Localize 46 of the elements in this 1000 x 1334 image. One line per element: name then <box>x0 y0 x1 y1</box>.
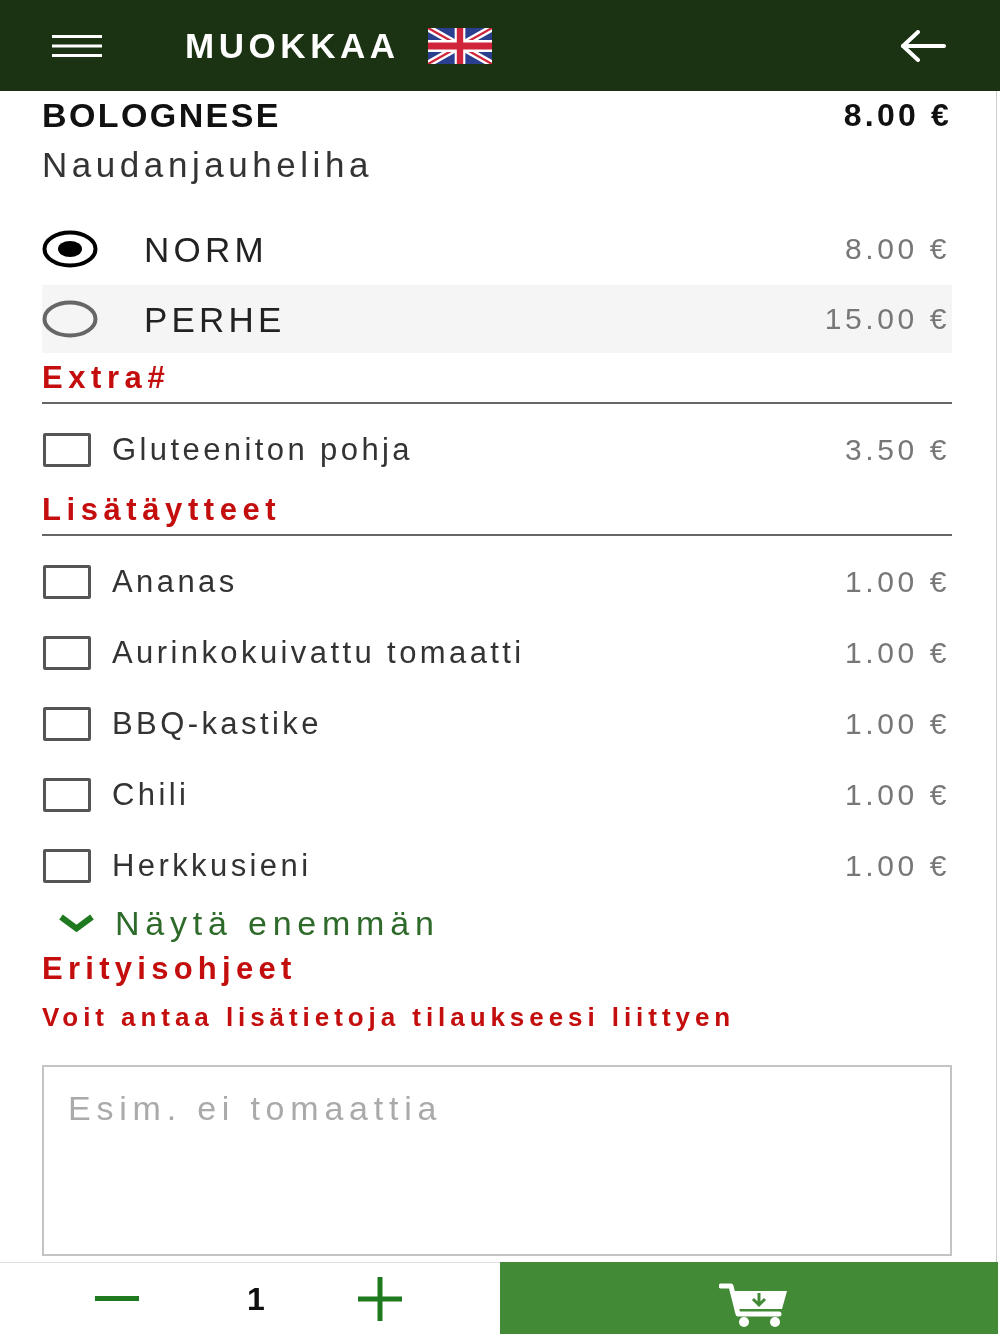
option-label: Gluteeniton pohja <box>112 434 413 465</box>
section-heading: Extra# <box>42 362 171 393</box>
size-option-row[interactable]: PERHE 15.00 € <box>42 285 952 353</box>
add-to-cart-button[interactable] <box>500 1262 998 1334</box>
radio-button[interactable] <box>42 300 98 338</box>
option-price: 1.00 € <box>845 779 950 810</box>
option-label: Herkkusieni <box>112 850 312 881</box>
checkbox[interactable] <box>43 635 91 670</box>
flag-icon <box>427 27 492 64</box>
quantity-value: 1 <box>246 1282 266 1315</box>
show-more-button[interactable]: Näytä enemmän <box>58 906 440 940</box>
cart-download-icon <box>719 1282 789 1328</box>
menu-button[interactable] <box>52 34 102 57</box>
instructions-hint: Voit antaa lisätietoja tilaukseesi liittyen <box>42 1004 736 1030</box>
back-button[interactable] <box>900 29 946 62</box>
size-price: 8.00 € <box>845 234 950 264</box>
product-description: Naudanjauheliha <box>42 146 373 182</box>
menu-icon <box>52 34 102 57</box>
size-label: NORM <box>144 231 268 267</box>
checkbox[interactable] <box>43 706 91 741</box>
option-price: 1.00 € <box>845 850 950 881</box>
page-title: MUOKKAA <box>185 28 400 63</box>
option-label: BBQ-kastike <box>112 708 322 739</box>
instructions-field[interactable]: Esim. ei tomaattia <box>42 1065 952 1256</box>
checkbox[interactable] <box>43 777 91 812</box>
plus-icon <box>358 1276 402 1321</box>
option-label: Aurinkokuivattu tomaatti <box>112 637 525 668</box>
size-price: 15.00 € <box>824 304 950 334</box>
option-label: Chili <box>112 779 190 810</box>
checkbox[interactable] <box>43 848 91 883</box>
product-name: BOLOGNESE <box>42 98 281 132</box>
product-price: 8.00 € <box>843 99 952 131</box>
radio-button[interactable] <box>42 230 98 268</box>
option-price: 1.00 € <box>845 708 950 739</box>
section-heading: Lisätäytteet <box>42 494 282 525</box>
option-price: 3.50 € <box>845 434 950 465</box>
option-label: Ananas <box>112 566 238 597</box>
option-price: 1.00 € <box>845 566 950 597</box>
option-price: 1.00 € <box>845 637 950 668</box>
chevron-down-icon <box>58 914 95 932</box>
checkbox[interactable] <box>43 432 91 467</box>
checkbox[interactable] <box>43 564 91 599</box>
size-label: PERHE <box>144 301 286 337</box>
minus-icon <box>95 1296 139 1301</box>
section-heading: Erityisohjeet <box>42 952 297 984</box>
language-button[interactable] <box>427 27 492 64</box>
